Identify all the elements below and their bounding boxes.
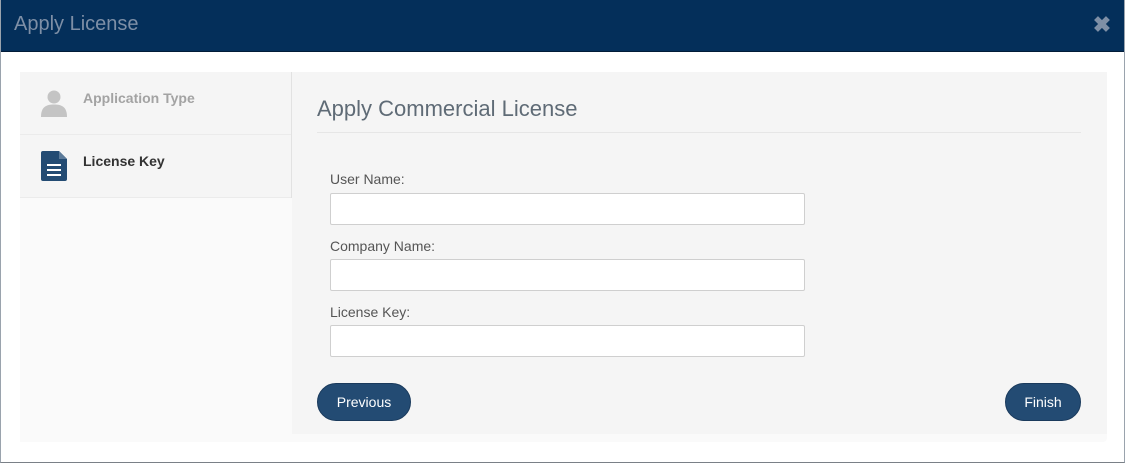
user-icon: [40, 88, 68, 123]
company-name-field[interactable]: [330, 259, 805, 291]
user-name-label: User Name:: [330, 171, 405, 187]
dialog-title: Apply License: [14, 13, 139, 35]
step-label: License Key: [83, 153, 165, 169]
wizard-steps-sidebar: Application Type License Key: [20, 72, 292, 442]
user-name-field[interactable]: [330, 193, 805, 225]
wizard-panel: Application Type License Key Apply Comme…: [20, 72, 1107, 442]
previous-button[interactable]: Previous: [317, 383, 411, 421]
document-icon: [40, 150, 68, 187]
step-content: Apply Commercial License User Name: Comp…: [292, 72, 1107, 434]
company-name-label: Company Name:: [330, 238, 436, 254]
apply-license-dialog: Apply License ✖ Application Type License…: [0, 0, 1125, 463]
form-heading: Apply Commercial License: [317, 96, 578, 121]
step-license-key[interactable]: License Key: [20, 135, 292, 198]
step-label: Application Type: [83, 90, 195, 106]
finish-button[interactable]: Finish: [1005, 383, 1081, 421]
heading-divider: [317, 132, 1081, 133]
license-key-label: License Key:: [330, 304, 411, 320]
license-key-field[interactable]: [330, 325, 805, 357]
step-application-type[interactable]: Application Type: [20, 72, 292, 135]
dialog-titlebar: Apply License ✖: [1, 0, 1124, 52]
close-icon[interactable]: ✖: [1092, 14, 1112, 36]
